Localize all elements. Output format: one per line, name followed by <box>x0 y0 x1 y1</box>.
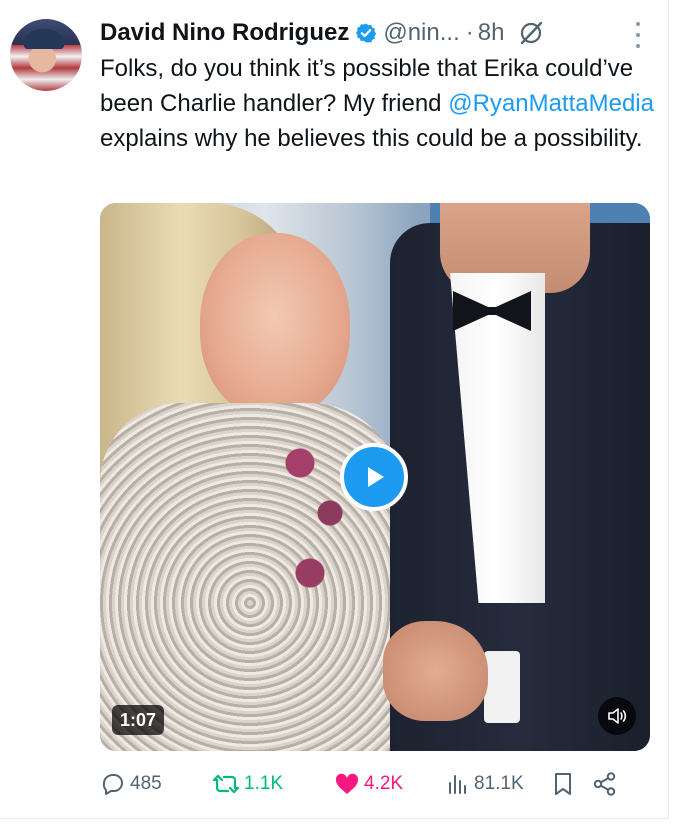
grok-icon[interactable] <box>518 20 544 46</box>
avatar-cap <box>24 29 64 49</box>
author-name[interactable]: David Nino Rodriguez <box>100 19 349 47</box>
reply-icon <box>102 774 123 795</box>
video-player[interactable]: 1:07 <box>100 203 650 751</box>
separator-dot: · <box>465 19 474 46</box>
like-count: 4.2K <box>364 773 404 794</box>
post-time[interactable]: 8h <box>478 19 505 47</box>
repost-icon <box>212 774 240 794</box>
verified-badge-icon <box>355 22 377 44</box>
video-figure-face <box>200 233 350 418</box>
tweet-text-end: explains why he believes this could be a… <box>100 125 643 152</box>
video-figure-cuff <box>484 651 520 723</box>
bookmark-icon <box>555 773 571 795</box>
video-duration: 1:07 <box>112 705 165 735</box>
repost-count: 1.1K <box>244 773 284 794</box>
play-icon <box>368 467 384 487</box>
author-handle[interactable]: @nin... <box>383 19 459 47</box>
play-button[interactable] <box>340 443 408 511</box>
action-bar: 485 1.1K 4.2K 81.1K <box>100 766 648 802</box>
more-dot <box>636 33 640 37</box>
like-button[interactable]: 4.2K <box>334 766 446 802</box>
tweet-card[interactable]: David Nino Rodriguez @nin... · 8h Folks,… <box>0 0 669 819</box>
more-dot <box>636 22 640 26</box>
views-count: 81.1K <box>474 773 524 794</box>
more-options-icon[interactable] <box>630 22 646 48</box>
views-button[interactable]: 81.1K <box>446 766 552 802</box>
tweet-text: Folks, do you think it’s possible that E… <box>100 51 655 156</box>
avatar[interactable] <box>10 19 82 91</box>
share-icon <box>593 772 616 796</box>
repost-button[interactable]: 1.1K <box>212 766 334 802</box>
more-dot <box>636 44 640 48</box>
tweet-header: David Nino Rodriguez @nin... · 8h <box>100 16 648 50</box>
views-chart-icon <box>449 775 466 794</box>
mention-link[interactable]: @RyanMattaMedia <box>448 90 654 117</box>
bookmark-button[interactable] <box>552 766 592 802</box>
share-button[interactable] <box>592 766 628 802</box>
heart-icon <box>335 773 359 794</box>
reply-count: 485 <box>130 773 162 794</box>
mute-button[interactable] <box>598 697 636 735</box>
reply-button[interactable]: 485 <box>100 766 212 802</box>
video-figure-hand <box>383 621 488 721</box>
speaker-muted-icon <box>608 708 627 724</box>
